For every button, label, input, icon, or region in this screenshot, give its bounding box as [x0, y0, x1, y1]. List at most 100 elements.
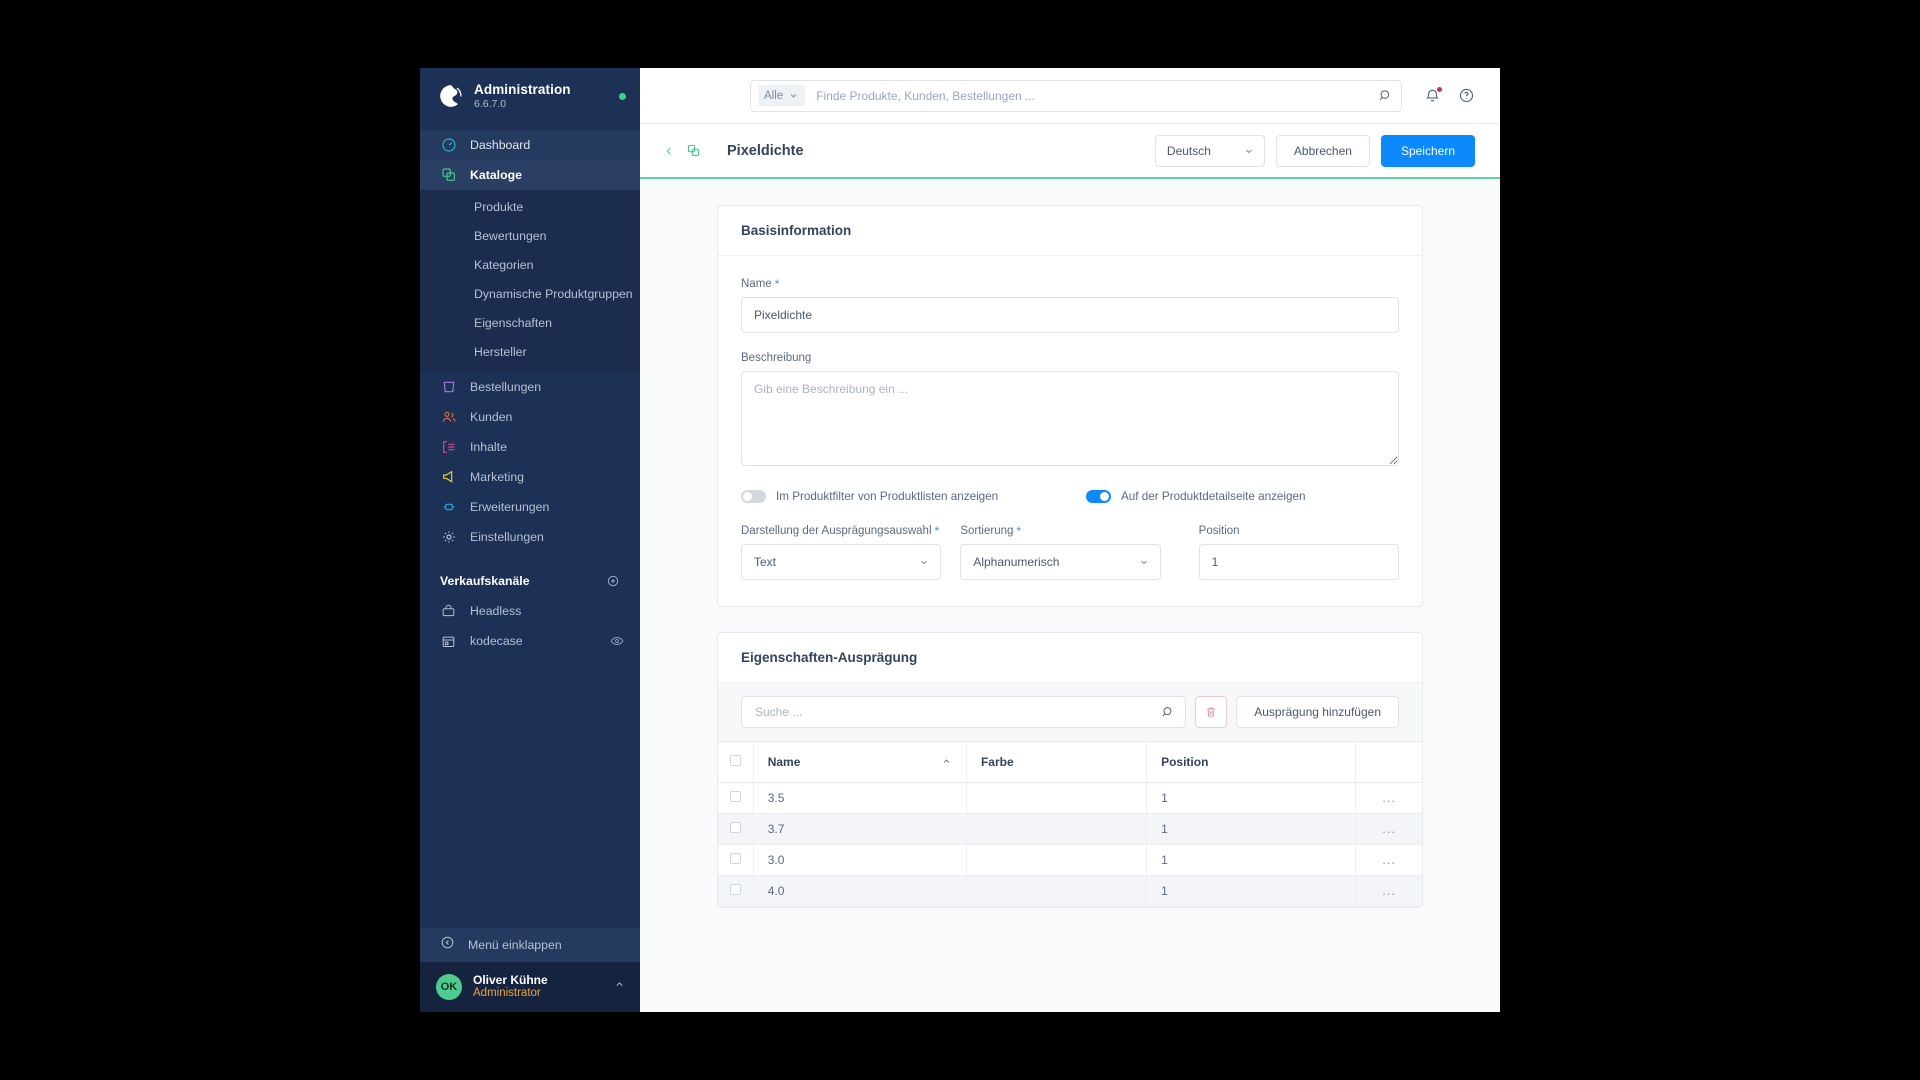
column-name-label: Name — [767, 754, 801, 769]
sales-channels-label: Verkaufskanäle — [440, 574, 530, 588]
duplicate-icon[interactable] — [682, 139, 705, 162]
context-menu-icon[interactable]: ... — [1370, 883, 1408, 898]
search-scope-selector[interactable]: Alle — [758, 85, 806, 106]
sidebar-subitem-label: Hersteller — [474, 344, 527, 359]
row-checkbox[interactable] — [730, 790, 741, 802]
sidebar-subnav-kataloge: Produkte Bewertungen Kategorien Dynamisc… — [420, 190, 640, 372]
dashboard-icon — [440, 137, 457, 154]
row-name: 3.0 — [753, 844, 967, 876]
chevron-down-icon — [1243, 145, 1255, 157]
sidebar-item-eigenschaften[interactable]: Eigenschaften — [420, 308, 640, 337]
context-menu-icon[interactable]: ... — [1370, 852, 1408, 867]
back-icon[interactable] — [658, 140, 680, 162]
user-info: Oliver Kühne Administrator — [473, 973, 602, 1001]
toggle-show-in-product-filter[interactable]: Im Produktfilter von Produktlisten anzei… — [741, 490, 1086, 503]
row-checkbox[interactable] — [730, 883, 741, 895]
chevron-up-icon[interactable] — [613, 978, 626, 996]
column-position[interactable]: Position — [1146, 742, 1357, 783]
sidebar-item-produkte[interactable]: Produkte — [420, 192, 640, 221]
sidebar-subitem-label: Eigenschaften — [474, 315, 552, 330]
table-row[interactable]: 3.5 1 ... — [718, 782, 1422, 814]
table-row[interactable]: 4.0 1 ... — [718, 875, 1422, 907]
search-icon[interactable] — [1374, 88, 1393, 103]
sidebar-item-kategorien[interactable]: Kategorien — [420, 250, 640, 279]
sidebar-item-kataloge[interactable]: Kataloge — [420, 160, 640, 190]
column-farbe[interactable]: Farbe — [966, 742, 1148, 783]
row-checkbox[interactable] — [730, 852, 741, 864]
sidebar-item-bewertungen[interactable]: Bewertungen — [420, 221, 640, 250]
options-card-title: Eigenschaften-Ausprägung — [718, 633, 1422, 683]
display-select-value: Text — [754, 555, 777, 569]
eye-icon[interactable] — [610, 634, 624, 648]
toggle-switch[interactable] — [741, 490, 766, 503]
search-icon[interactable] — [1161, 705, 1175, 719]
sidebar-item-einstellungen[interactable]: Einstellungen — [420, 522, 640, 552]
topbar: Alle — [640, 68, 1500, 124]
row-position: 1 — [1146, 875, 1357, 907]
notifications-icon[interactable] — [1424, 86, 1443, 104]
sorting-select[interactable]: Alphanumerisch — [960, 544, 1161, 580]
add-option-button[interactable]: Ausprägung hinzufügen — [1236, 696, 1399, 728]
column-actions — [1355, 742, 1422, 783]
sidebar: Administration 6.6.7.0 Dashboard Katalog… — [420, 68, 640, 1012]
collapse-menu-label: Menü einklappen — [468, 938, 562, 952]
toggle-switch[interactable] — [1086, 490, 1111, 503]
row-select-cell — [718, 875, 754, 907]
position-input[interactable] — [1198, 544, 1399, 580]
sidebar-brand[interactable]: Administration 6.6.7.0 — [420, 68, 640, 124]
delete-button[interactable] — [1195, 696, 1228, 728]
sidebar-item-headless[interactable]: Headless — [420, 596, 640, 626]
basisinformation-card-title: Basisinformation — [718, 206, 1422, 256]
sidebar-item-label: Headless — [470, 604, 522, 618]
row-farbe — [966, 844, 1148, 876]
options-search-input[interactable] — [755, 705, 1162, 719]
sidebar-item-dashboard[interactable]: Dashboard — [420, 130, 640, 160]
sidebar-item-label: Kunden — [470, 410, 513, 424]
select-all-checkbox[interactable] — [730, 754, 741, 766]
sidebar-item-bestellungen[interactable]: Bestellungen — [420, 372, 640, 402]
language-select[interactable]: Deutsch — [1154, 134, 1265, 167]
description-textarea[interactable] — [741, 371, 1399, 466]
marketing-icon — [440, 469, 457, 486]
name-field-block: Name * — [741, 278, 1399, 333]
toggle-show-on-detail-page[interactable]: Auf der Produktdetailseite anzeigen — [1086, 490, 1306, 503]
sidebar-item-marketing[interactable]: Marketing — [420, 462, 640, 492]
row-select-cell — [718, 782, 754, 814]
sorting-label: Sortierung — [960, 525, 1014, 537]
sidebar-item-kodecase[interactable]: kodecase — [420, 626, 640, 656]
sorting-select-value: Alphanumerisch — [973, 555, 1060, 569]
sidebar-item-dynamische-produktgruppen[interactable]: Dynamische Produktgruppen — [420, 279, 640, 308]
sidebar-item-erweiterungen[interactable]: Erweiterungen — [420, 492, 640, 522]
orders-icon — [440, 379, 457, 396]
row-checkbox[interactable] — [730, 821, 741, 833]
table-row[interactable]: 3.7 1 ... — [718, 813, 1422, 845]
context-menu-icon[interactable]: ... — [1370, 790, 1408, 805]
topbar-icons — [1424, 86, 1475, 104]
column-name[interactable]: Name — [753, 742, 967, 783]
cancel-button[interactable]: Abbrechen — [1275, 134, 1370, 167]
collapse-menu-button[interactable]: Menü einklappen — [420, 928, 640, 962]
sidebar-item-kunden[interactable]: Kunden — [420, 402, 640, 432]
search-input[interactable] — [805, 88, 1374, 103]
display-field-block: Darstellung der Ausprägungsauswahl * Tex… — [741, 525, 942, 580]
description-label-row: Beschreibung — [741, 352, 1399, 364]
user-menu[interactable]: OK Oliver Kühne Administrator — [420, 962, 640, 1012]
sidebar-item-inhalte[interactable]: Inhalte — [420, 432, 640, 462]
help-icon[interactable] — [1458, 87, 1475, 104]
name-input[interactable] — [741, 297, 1399, 333]
notification-badge — [1436, 86, 1443, 93]
table-row[interactable]: 3.0 1 ... — [718, 844, 1422, 876]
chevron-left-circle-icon — [440, 935, 455, 955]
options-search[interactable] — [741, 696, 1187, 728]
options-table-head: Name Farbe Position — [718, 742, 1422, 783]
options-card: Eigenschaften-Ausprägung Suche ... Auspr… — [717, 632, 1423, 908]
display-select[interactable]: Text — [741, 544, 942, 580]
sidebar-item-hersteller[interactable]: Hersteller — [420, 337, 640, 366]
context-menu-icon[interactable]: ... — [1370, 821, 1408, 836]
global-search[interactable]: Alle — [750, 79, 1402, 112]
page-title: Pixeldichte — [727, 142, 804, 159]
sidebar-item-label: kodecase — [470, 634, 523, 648]
save-button[interactable]: Speichern — [1380, 134, 1475, 167]
row-select-cell — [718, 813, 754, 845]
add-sales-channel-icon[interactable] — [606, 574, 620, 588]
